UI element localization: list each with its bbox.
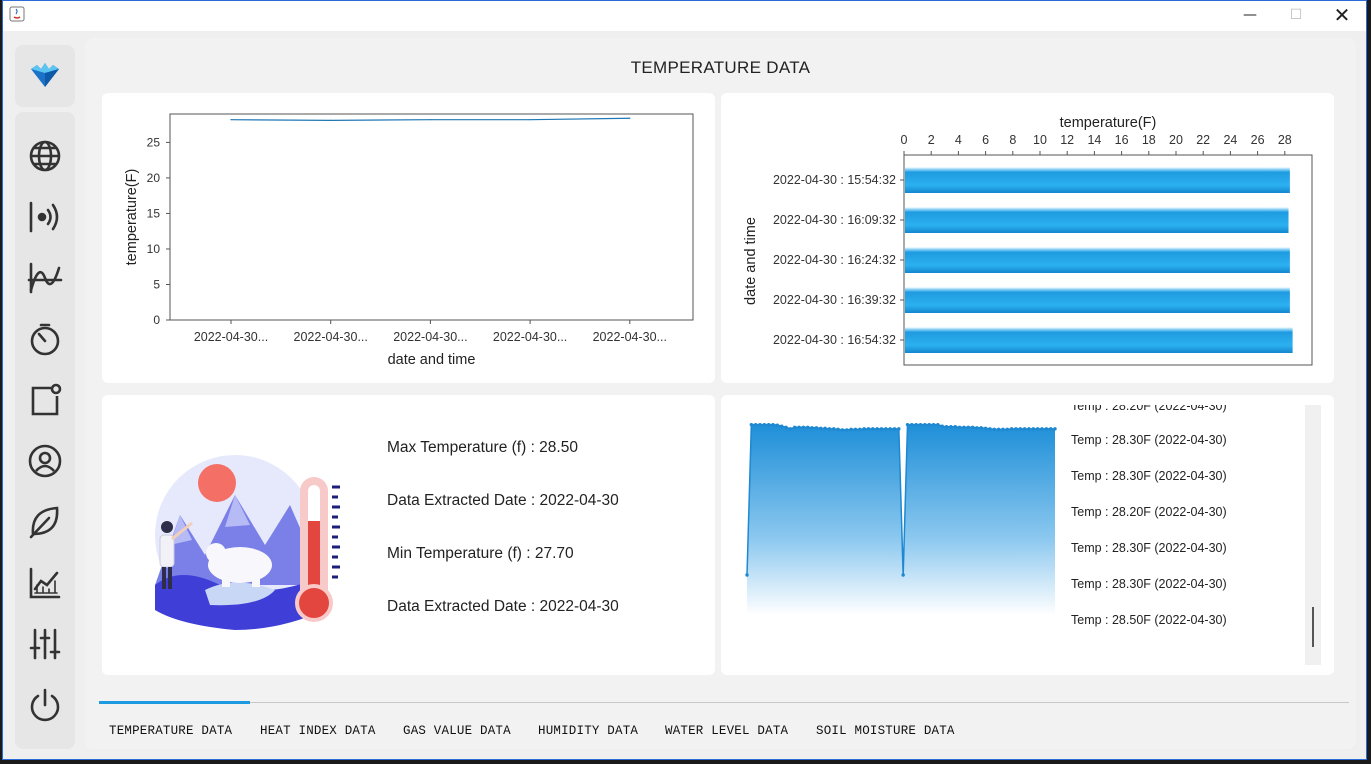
tab-water-level-data[interactable]: WATER LEVEL DATA	[665, 724, 788, 748]
power-icon[interactable]	[27, 687, 63, 723]
list-item: Temp : 28.20F (2022-04-30)	[1071, 505, 1227, 519]
sliders-icon[interactable]	[27, 626, 63, 662]
x-tick-label: 2022-04-30...	[593, 330, 667, 344]
x-tick-label: 28	[1278, 133, 1292, 147]
list-item: Temp : 28.20F (2022-04-30)	[1071, 399, 1227, 413]
list-scrollbar-thumb[interactable]	[1312, 607, 1314, 647]
plot-frame	[169, 113, 694, 321]
main-panel: TEMPERATURE DATA 0 5 10 15 20 25 2022-04-30...…	[85, 38, 1356, 749]
thermometer-illustration	[155, 455, 340, 630]
sidebar-nav	[15, 112, 75, 749]
y-tick-label: 25	[147, 135, 161, 149]
x-tick-label: 26	[1251, 133, 1265, 147]
y-axis-label: date and time	[743, 217, 759, 305]
bar	[905, 247, 1290, 273]
data-point	[330, 119, 332, 121]
x-tick-label: 4	[955, 133, 962, 147]
temperature-list[interactable]: Temp : 28.20F (2022-04-30) Temp : 28.30F…	[721, 395, 1321, 675]
app-logo-icon	[31, 63, 59, 87]
data-point	[429, 119, 431, 121]
tab-strip-line	[99, 702, 1349, 703]
x-tick-label: 6	[982, 133, 989, 147]
y-tick-label: 5	[153, 277, 160, 291]
active-tab-indicator	[99, 701, 250, 704]
x-tick-label: 12	[1060, 133, 1074, 147]
signal-wave-icon[interactable]	[27, 260, 63, 296]
minimize-button[interactable]: —	[1227, 1, 1273, 29]
y-tick-label: 20	[147, 171, 161, 185]
y-tick-label: 10	[147, 242, 161, 256]
y-tick-label: 2022-04-30 : 15:54:32	[773, 173, 896, 187]
area-list-card: Temp : 28.20F (2022-04-30) Temp : 28.30F…	[721, 395, 1334, 675]
data-point	[529, 119, 531, 121]
leaf-icon[interactable]	[27, 504, 63, 540]
java-app-icon	[9, 6, 25, 22]
y-tick-label: 0	[153, 313, 160, 327]
x-tick-label: 16	[1115, 133, 1129, 147]
y-tick-label: 2022-04-30 : 16:24:32	[773, 253, 896, 267]
tab-soil-moisture-data[interactable]: SOIL MOISTURE DATA	[816, 724, 955, 748]
tab-gas-value-data[interactable]: GAS VALUE DATA	[403, 724, 511, 748]
list-item: Temp : 28.30F (2022-04-30)	[1071, 433, 1227, 447]
maximize-button[interactable]: ☐	[1273, 1, 1319, 29]
x-tick-label: 2022-04-30...	[194, 330, 268, 344]
stats-card: Max Temperature (f) : 28.50 Data Extract…	[102, 395, 715, 675]
temperature-line-chart: 0 5 10 15 20 25 2022-04-30... 2022-04-30... 2022…	[124, 113, 694, 368]
page-title: TEMPERATURE DATA	[630, 58, 811, 77]
min-date-label: Data Extracted Date : 2022-04-30	[387, 598, 619, 615]
notification-square-icon[interactable]	[27, 382, 63, 418]
x-tick-label: 10	[1033, 133, 1047, 147]
y-tick-label: 2022-04-30 : 16:39:32	[773, 293, 896, 307]
x-tick-label: 2	[928, 133, 935, 147]
y-axis-label: temperature(F)	[124, 169, 140, 266]
bar	[905, 167, 1290, 193]
timer-icon[interactable]	[27, 321, 63, 357]
x-tick-label: 24	[1223, 133, 1237, 147]
x-axis-label: temperature(F)	[1060, 115, 1157, 131]
temperature-bar-chart: 0 2 4 6 8 10 12 14 16 18 20 22 24 26 282022-04-30 : 15…	[743, 115, 1313, 366]
y-tick-label: 15	[147, 206, 161, 220]
x-axis-label: date and time	[388, 352, 476, 368]
user-circle-icon[interactable]	[27, 443, 63, 479]
bar	[905, 207, 1289, 233]
list-item: Temp : 28.50F (2022-04-30)	[1071, 613, 1227, 627]
data-point	[629, 117, 631, 119]
close-button[interactable]: ✕	[1319, 1, 1365, 29]
wireless-icon[interactable]	[27, 199, 63, 235]
x-tick-label: 8	[1009, 133, 1016, 147]
tab-temperature-data[interactable]: TEMPERATURE DATA	[109, 724, 232, 748]
y-tick-label: 2022-04-30 : 16:09:32	[773, 213, 896, 227]
list-item: Temp : 28.30F (2022-04-30)	[1071, 577, 1227, 591]
app-window: — ☐ ✕ TEMPERATURE DATA 0 5 10 15 20 25 2…	[2, 0, 1367, 760]
tab-humidity-data[interactable]: HUMIDITY DATA	[538, 724, 638, 748]
x-tick-label: 2022-04-30...	[493, 330, 567, 344]
title-bar: — ☐ ✕	[3, 1, 1366, 31]
y-tick-label: 2022-04-30 : 16:54:32	[773, 333, 896, 347]
line-chart-card: 0 5 10 15 20 25 2022-04-30... 2022-04-30... 2022…	[102, 93, 715, 383]
list-item: Temp : 28.30F (2022-04-30)	[1071, 469, 1227, 483]
x-tick-label: 2022-04-30...	[393, 330, 467, 344]
logo-panel	[15, 45, 75, 107]
list-item: Temp : 28.30F (2022-04-30)	[1071, 541, 1227, 555]
bar	[905, 287, 1290, 313]
bar	[905, 327, 1293, 353]
globe-icon[interactable]	[27, 138, 63, 174]
x-tick-label: 2022-04-30...	[294, 330, 368, 344]
max-date-label: Data Extracted Date : 2022-04-30	[387, 492, 619, 509]
x-tick-label: 18	[1142, 133, 1156, 147]
max-temperature-label: Max Temperature (f) : 28.50	[387, 439, 578, 456]
x-tick-label: 14	[1087, 133, 1101, 147]
tab-heat-index-data[interactable]: HEAT INDEX DATA	[260, 724, 376, 748]
min-temperature-label: Min Temperature (f) : 27.70	[387, 545, 574, 562]
data-point	[230, 119, 232, 121]
x-tick-label: 0	[901, 133, 908, 147]
x-tick-label: 22	[1196, 133, 1210, 147]
x-tick-label: 20	[1169, 133, 1183, 147]
bar-chart-card: 0 2 4 6 8 10 12 14 16 18 20 22 24 26 28 2022-04-30 : 15…	[721, 93, 1334, 383]
chart-icon[interactable]	[27, 565, 63, 601]
